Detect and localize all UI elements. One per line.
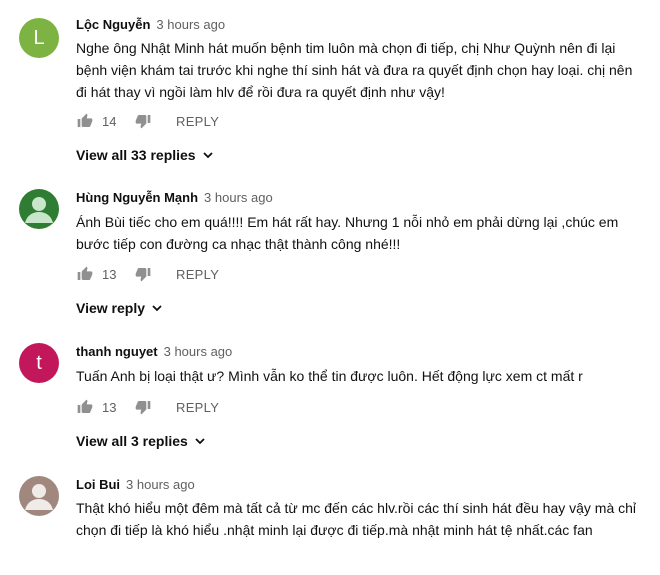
comment-time[interactable]: 3 hours ago	[126, 477, 195, 492]
thumbs-down-icon[interactable]	[134, 398, 152, 416]
comment-header: Hùng Nguyễn Mạnh 3 hours ago	[76, 190, 273, 205]
comment-time[interactable]: 3 hours ago	[156, 17, 225, 32]
comment-header: Lộc Nguyễn 3 hours ago	[76, 17, 225, 32]
view-replies-button[interactable]: View all 33 replies	[76, 147, 214, 163]
avatar-letter: t	[36, 351, 42, 374]
comment-actions: 14 REPLY	[76, 111, 219, 131]
like-count: 13	[102, 399, 117, 415]
comment-text: Tuấn Anh bị loại thật ư? Mình vẫn ko thể…	[76, 368, 583, 384]
thumbs-up-icon[interactable]	[76, 398, 94, 416]
comment-actions: 13 REPLY	[76, 397, 219, 417]
comment-author[interactable]: Lộc Nguyễn	[76, 17, 150, 32]
comment-actions: 13 REPLY	[76, 264, 219, 284]
thumbs-up-icon[interactable]	[76, 265, 94, 283]
comment-text: Ánh Bùi tiếc cho em quá!!!! Em hát rất h…	[76, 214, 619, 252]
comment-text: Nghe ông Nhật Minh hát muốn bệnh tim luô…	[76, 40, 633, 100]
view-replies-button[interactable]: View reply	[76, 300, 163, 316]
comment-text: Thật khó hiểu một đêm mà tất cả từ mc đế…	[76, 500, 637, 538]
reply-button[interactable]: REPLY	[176, 114, 219, 129]
comment-author[interactable]: Hùng Nguyễn Mạnh	[76, 190, 198, 205]
view-replies-label: View reply	[76, 300, 146, 316]
avatar[interactable]	[19, 189, 59, 229]
comment-time[interactable]: 3 hours ago	[164, 344, 233, 359]
avatar[interactable]	[19, 476, 59, 516]
chevron-down-icon	[202, 149, 214, 161]
comment-time[interactable]: 3 hours ago	[204, 190, 273, 205]
comment-author[interactable]: thanh nguyet	[76, 344, 158, 359]
comment-header: thanh nguyet 3 hours ago	[76, 344, 232, 359]
view-replies-label: View all 33 replies	[76, 147, 196, 163]
reply-button[interactable]: REPLY	[176, 400, 219, 415]
avatar[interactable]: L	[19, 18, 59, 58]
reply-button[interactable]: REPLY	[176, 267, 219, 282]
avatar[interactable]: t	[19, 343, 59, 383]
user-silhouette-icon	[19, 476, 59, 516]
chevron-down-icon	[194, 435, 206, 447]
thumbs-up-icon[interactable]	[76, 112, 94, 130]
comment-author[interactable]: Loi Bui	[76, 477, 120, 492]
like-count: 14	[102, 113, 117, 129]
thumbs-down-icon[interactable]	[134, 265, 152, 283]
view-replies-button[interactable]: View all 3 replies	[76, 433, 206, 449]
thumbs-down-icon[interactable]	[134, 112, 152, 130]
view-replies-label: View all 3 replies	[76, 433, 188, 449]
chevron-down-icon	[151, 302, 163, 314]
comment-header: Loi Bui 3 hours ago	[76, 477, 195, 492]
like-count: 13	[102, 266, 117, 282]
avatar-letter: L	[33, 26, 45, 49]
user-silhouette-icon	[19, 189, 59, 229]
